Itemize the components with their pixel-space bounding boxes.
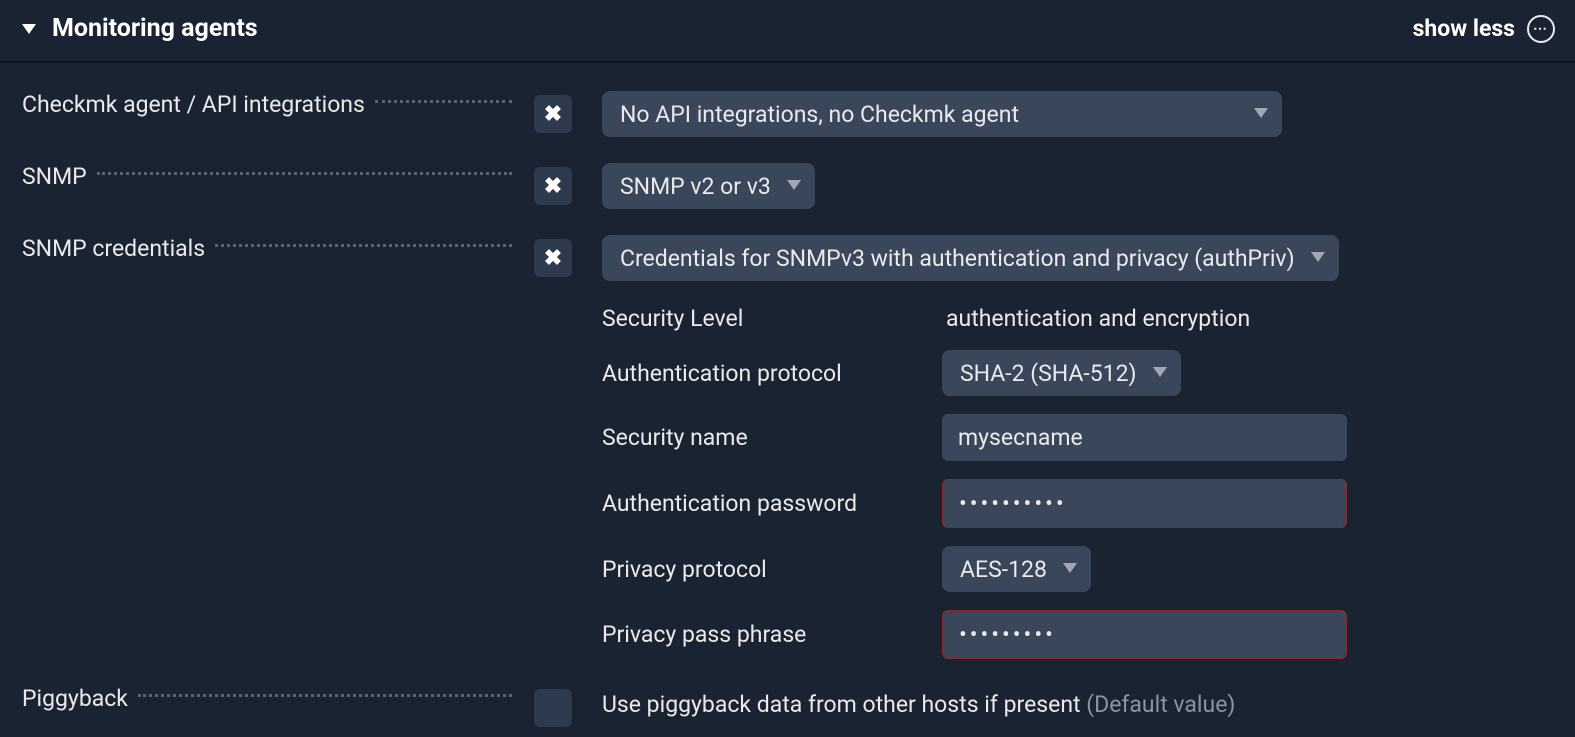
input-auth-password[interactable] — [942, 479, 1347, 528]
row-snmp-credentials: SNMP credentials ✖ Credentials for SNMPv… — [22, 235, 1553, 659]
select-snmp-credentials-value: Credentials for SNMPv3 with authenticati… — [620, 245, 1295, 272]
collapse-icon — [22, 24, 36, 34]
chevron-down-icon — [787, 179, 801, 193]
label-privacy-pass: Privacy pass phrase — [602, 621, 942, 648]
close-icon: ✖ — [544, 246, 562, 271]
default-hint: (Default value) — [1086, 691, 1235, 718]
select-auth-protocol-value: SHA-2 (SHA-512) — [960, 360, 1137, 387]
row-piggyback: Piggyback Use piggyback data from other … — [22, 685, 1553, 727]
select-auth-protocol[interactable]: SHA-2 (SHA-512) — [942, 350, 1181, 396]
show-less-label: show less — [1413, 15, 1515, 42]
reset-col: ✖ — [522, 235, 602, 277]
snmp-credentials-subform: Security Level authentication and encryp… — [602, 305, 1347, 659]
label-col: Checkmk agent / API integrations — [22, 91, 522, 118]
select-snmp[interactable]: SNMP v2 or v3 — [602, 163, 815, 209]
show-less-button[interactable]: show less ⋯ — [1413, 15, 1555, 43]
select-agent[interactable]: No API integrations, no Checkmk agent — [602, 91, 1282, 137]
dotted-leader — [375, 100, 512, 103]
label-snmp-credentials: SNMP credentials — [22, 235, 205, 262]
select-agent-value: No API integrations, no Checkmk agent — [620, 101, 1019, 128]
dotted-leader — [97, 172, 512, 175]
chevron-down-icon — [1063, 562, 1077, 576]
select-snmp-value: SNMP v2 or v3 — [620, 173, 771, 200]
select-snmp-credentials[interactable]: Credentials for SNMPv3 with authenticati… — [602, 235, 1339, 281]
input-security-name[interactable] — [942, 414, 1347, 461]
label-security-level: Security Level — [602, 305, 942, 332]
reset-snmp-credentials-button[interactable]: ✖ — [534, 239, 572, 277]
label-checkmk-agent: Checkmk agent / API integrations — [22, 91, 365, 118]
label-piggyback: Piggyback — [22, 685, 128, 712]
row-snmp: SNMP ✖ SNMP v2 or v3 — [22, 163, 1553, 209]
label-auth-protocol: Authentication protocol — [602, 360, 942, 387]
dotted-leader — [215, 244, 512, 247]
input-privacy-pass[interactable] — [942, 610, 1347, 659]
label-col: SNMP credentials — [22, 235, 522, 262]
section-title: Monitoring agents — [52, 14, 258, 43]
value-col: No API integrations, no Checkmk agent — [602, 91, 1553, 137]
close-icon: ✖ — [544, 174, 562, 199]
dotted-leader — [138, 694, 512, 697]
value-piggyback: Use piggyback data from other hosts if p… — [602, 691, 1235, 718]
reset-col — [522, 685, 602, 727]
more-menu-icon[interactable]: ⋯ — [1527, 15, 1555, 43]
chevron-down-icon — [1153, 366, 1167, 380]
form-body: Checkmk agent / API integrations ✖ No AP… — [0, 63, 1575, 737]
label-col: SNMP — [22, 163, 522, 190]
select-privacy-protocol[interactable]: AES-128 — [942, 546, 1091, 592]
reset-col: ✖ — [522, 163, 602, 205]
section-title-wrap[interactable]: Monitoring agents — [22, 14, 258, 43]
reset-col: ✖ — [522, 91, 602, 133]
reset-agent-button[interactable]: ✖ — [534, 95, 572, 133]
label-privacy-protocol: Privacy protocol — [602, 556, 942, 583]
section-header: Monitoring agents show less ⋯ — [0, 0, 1575, 63]
value-col: SNMP v2 or v3 — [602, 163, 1553, 209]
label-security-name: Security name — [602, 424, 942, 451]
value-col: Use piggyback data from other hosts if p… — [602, 685, 1553, 718]
chevron-down-icon — [1311, 251, 1325, 265]
close-icon: ✖ — [544, 102, 562, 127]
chevron-down-icon — [1254, 107, 1268, 121]
reset-snmp-button[interactable]: ✖ — [534, 167, 572, 205]
value-security-level: authentication and encryption — [942, 305, 1347, 332]
label-col: Piggyback — [22, 685, 522, 712]
row-checkmk-agent: Checkmk agent / API integrations ✖ No AP… — [22, 91, 1553, 137]
value-col: Credentials for SNMPv3 with authenticati… — [602, 235, 1553, 659]
label-snmp: SNMP — [22, 163, 87, 190]
select-privacy-protocol-value: AES-128 — [960, 556, 1047, 583]
label-auth-password: Authentication password — [602, 490, 942, 517]
checkbox-piggyback[interactable] — [534, 689, 572, 727]
